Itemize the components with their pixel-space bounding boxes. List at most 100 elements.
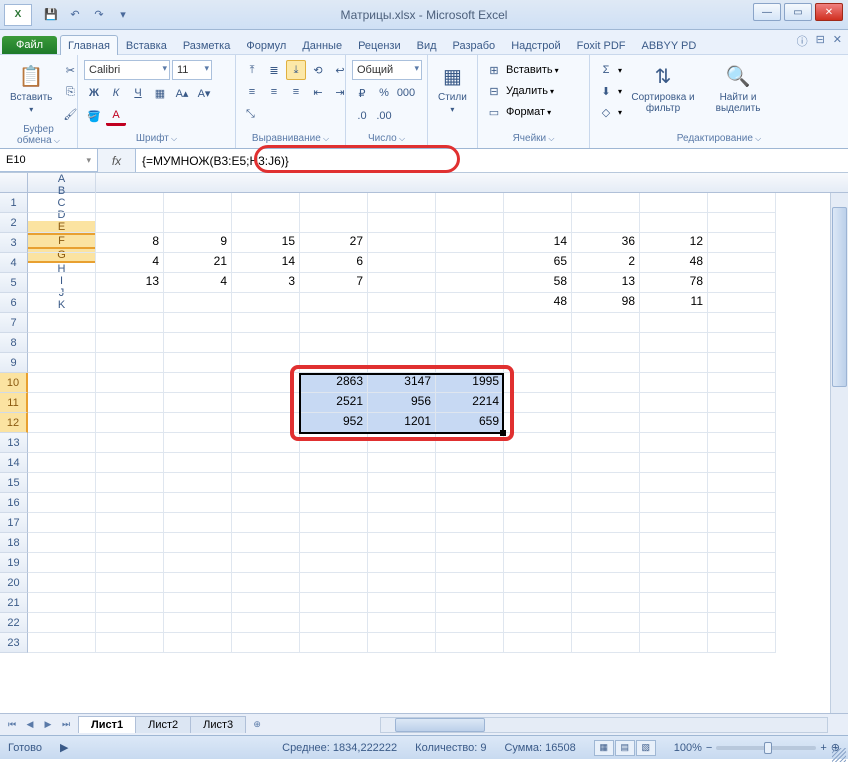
redo-button[interactable]: ↷ [88, 4, 110, 26]
cell-G14[interactable] [436, 453, 504, 473]
cell-J13[interactable] [640, 433, 708, 453]
row-header-4[interactable]: 4 [0, 253, 28, 273]
cell-A13[interactable] [28, 433, 96, 453]
cell-C16[interactable] [164, 493, 232, 513]
sheet-nav-last[interactable]: ⏭ [58, 717, 74, 733]
ribbon-tab-3[interactable]: Формул [238, 35, 294, 55]
cell-K11[interactable] [708, 393, 776, 413]
cell-I20[interactable] [572, 573, 640, 593]
undo-button[interactable]: ↶ [64, 4, 86, 26]
cell-G20[interactable] [436, 573, 504, 593]
cell-F7[interactable] [368, 313, 436, 333]
cell-D4[interactable]: 14 [232, 253, 300, 273]
cell-B21[interactable] [96, 593, 164, 613]
cell-K13[interactable] [708, 433, 776, 453]
cell-H9[interactable] [504, 353, 572, 373]
cell-K12[interactable] [708, 413, 776, 433]
cell-A11[interactable] [28, 393, 96, 413]
sheet-tab-1[interactable]: Лист2 [135, 716, 191, 733]
cell-H11[interactable] [504, 393, 572, 413]
formula-input[interactable]: {=МУМНОЖ(B3:E5;H3:J6)} [136, 149, 848, 172]
cell-J1[interactable] [640, 193, 708, 213]
row-header-6[interactable]: 6 [0, 293, 28, 313]
cell-H5[interactable]: 58 [504, 273, 572, 293]
app-icon[interactable]: X [4, 4, 32, 26]
font-color-button[interactable]: A [106, 106, 126, 126]
cell-B19[interactable] [96, 553, 164, 573]
cell-E10[interactable]: 2863 [300, 373, 368, 393]
status-macro-icon[interactable]: ▶ [60, 741, 68, 754]
file-tab[interactable]: Файл [2, 36, 57, 54]
insert-cells-button[interactable]: ⊞ Вставить ▾ [484, 60, 559, 80]
cell-I17[interactable] [572, 513, 640, 533]
cell-B2[interactable] [96, 213, 164, 233]
cell-G12[interactable]: 659 [436, 413, 504, 433]
row-header-7[interactable]: 7 [0, 313, 28, 333]
cell-K3[interactable] [708, 233, 776, 253]
cell-H12[interactable] [504, 413, 572, 433]
cell-B17[interactable] [96, 513, 164, 533]
cell-I11[interactable] [572, 393, 640, 413]
row-header-19[interactable]: 19 [0, 553, 28, 573]
cell-A7[interactable] [28, 313, 96, 333]
sheet-nav-next[interactable]: ▶ [40, 717, 56, 733]
cell-E13[interactable] [300, 433, 368, 453]
col-header-A[interactable]: A [28, 173, 96, 185]
cell-D6[interactable] [232, 293, 300, 313]
cell-H19[interactable] [504, 553, 572, 573]
decimal-decrease-button[interactable]: .00 [374, 106, 394, 126]
cell-K9[interactable] [708, 353, 776, 373]
ribbon-tab-9[interactable]: Foxit PDF [569, 35, 634, 55]
cell-K2[interactable] [708, 213, 776, 233]
cell-E20[interactable] [300, 573, 368, 593]
cell-A10[interactable] [28, 373, 96, 393]
cell-F4[interactable] [368, 253, 436, 273]
cell-B5[interactable]: 13 [96, 273, 164, 293]
fill-button[interactable]: ⬇▾ [596, 81, 622, 101]
cell-E17[interactable] [300, 513, 368, 533]
cell-C17[interactable] [164, 513, 232, 533]
underline-button[interactable]: Ч [128, 83, 148, 103]
cell-D18[interactable] [232, 533, 300, 553]
cell-H23[interactable] [504, 633, 572, 653]
align-middle-button[interactable]: ≣ [264, 60, 284, 80]
cell-A19[interactable] [28, 553, 96, 573]
cell-K18[interactable] [708, 533, 776, 553]
indent-decrease-button[interactable]: ⇤ [308, 82, 328, 102]
cell-I13[interactable] [572, 433, 640, 453]
cell-J22[interactable] [640, 613, 708, 633]
zoom-thumb[interactable] [764, 742, 772, 754]
cell-B12[interactable] [96, 413, 164, 433]
row-header-3[interactable]: 3 [0, 233, 28, 253]
selection-handle[interactable] [500, 430, 506, 436]
maximize-button[interactable]: ▭ [784, 3, 812, 21]
cell-F23[interactable] [368, 633, 436, 653]
cell-F22[interactable] [368, 613, 436, 633]
cell-K5[interactable] [708, 273, 776, 293]
cell-K21[interactable] [708, 593, 776, 613]
cell-I22[interactable] [572, 613, 640, 633]
cell-E15[interactable] [300, 473, 368, 493]
cell-A2[interactable] [28, 213, 96, 233]
cell-E21[interactable] [300, 593, 368, 613]
cell-D21[interactable] [232, 593, 300, 613]
cell-J7[interactable] [640, 313, 708, 333]
cell-F10[interactable]: 3147 [368, 373, 436, 393]
cell-C2[interactable] [164, 213, 232, 233]
cell-B15[interactable] [96, 473, 164, 493]
ribbon-tab-10[interactable]: ABBYY PD [634, 35, 705, 55]
cell-K14[interactable] [708, 453, 776, 473]
cell-H2[interactable] [504, 213, 572, 233]
cell-D11[interactable] [232, 393, 300, 413]
vertical-scrollbar[interactable] [830, 193, 848, 713]
new-sheet-button[interactable]: ⊕ [249, 717, 265, 733]
cell-D16[interactable] [232, 493, 300, 513]
cell-H16[interactable] [504, 493, 572, 513]
cell-F13[interactable] [368, 433, 436, 453]
cell-F14[interactable] [368, 453, 436, 473]
cell-H6[interactable]: 48 [504, 293, 572, 313]
cell-B20[interactable] [96, 573, 164, 593]
cell-H18[interactable] [504, 533, 572, 553]
align-right-button[interactable]: ≡ [286, 82, 306, 102]
sheet-tab-2[interactable]: Лист3 [190, 716, 246, 733]
